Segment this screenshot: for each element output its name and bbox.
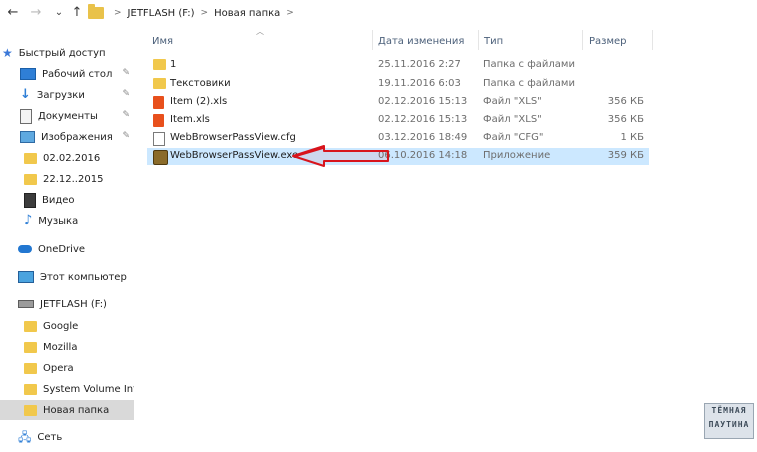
logo-text: ТЁМНАЯ	[711, 406, 747, 415]
channel-logo: ТЁМНАЯ ПАУТИНА	[704, 403, 754, 439]
logo-text: ПАУТИНА	[708, 420, 750, 429]
annotation-arrow	[292, 145, 389, 167]
